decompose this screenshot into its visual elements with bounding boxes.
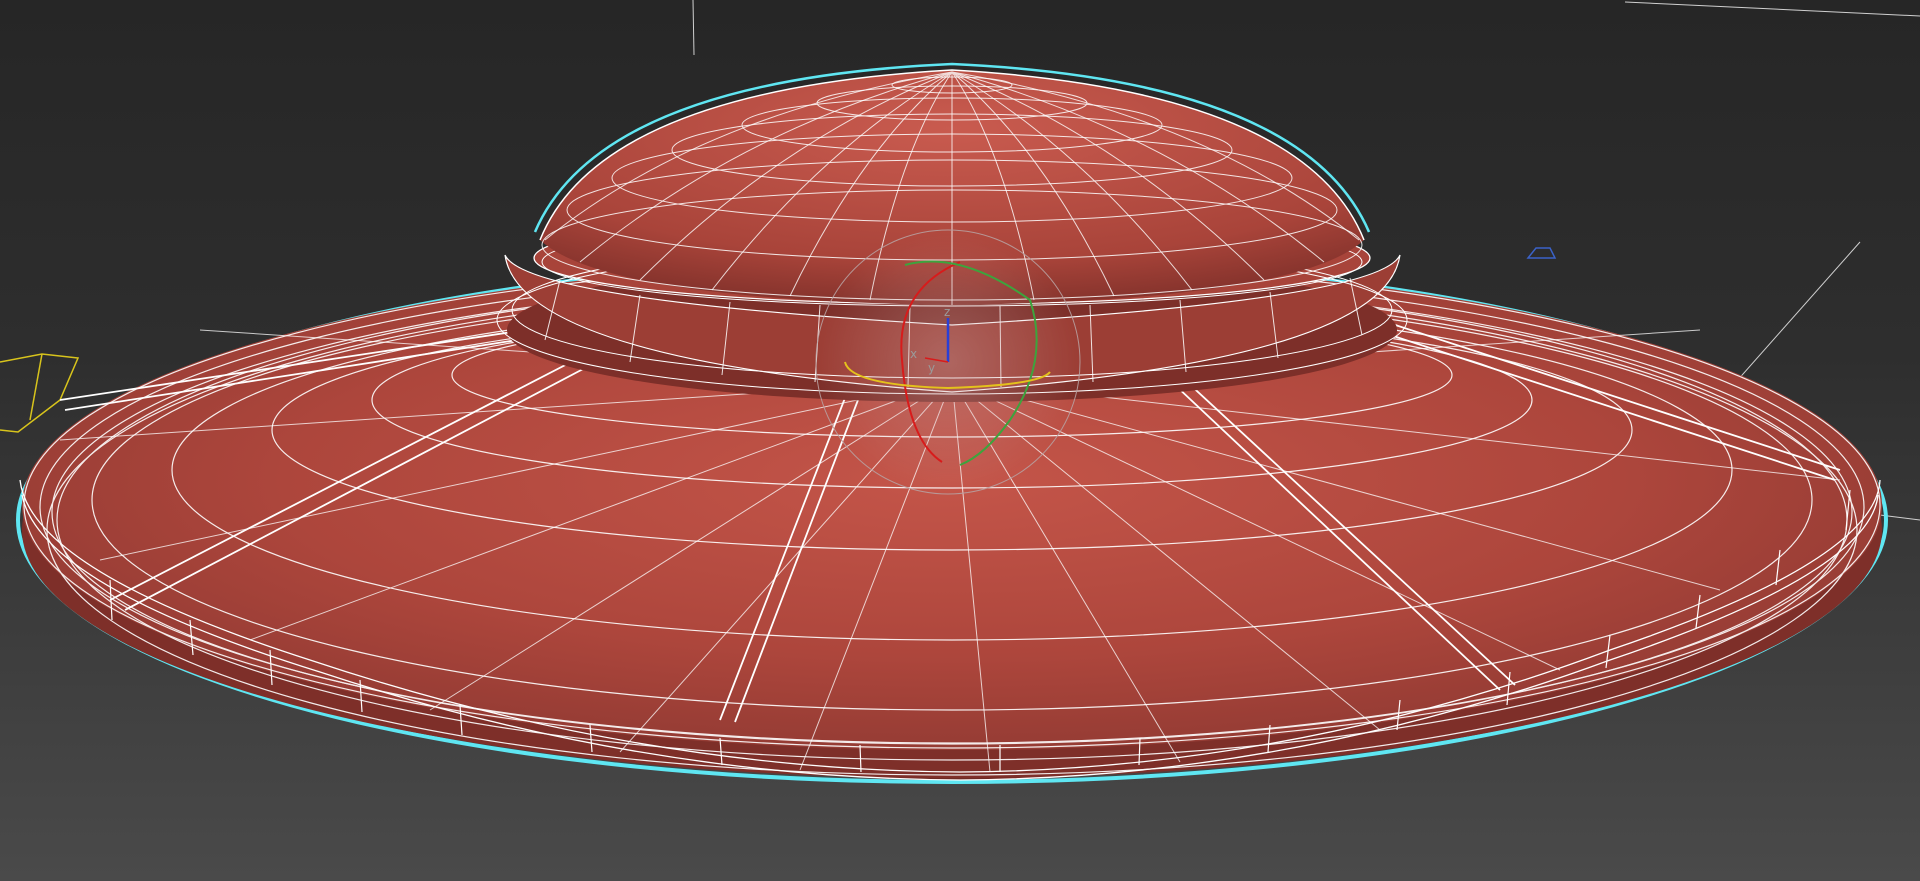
transform-gizmo[interactable]: x y z [815, 229, 1081, 495]
blue-helper-object[interactable] [1526, 247, 1557, 259]
gizmo-label-x: x [910, 347, 917, 361]
3d-viewport[interactable]: x y z [0, 0, 1920, 881]
gizmo-label-z: z [944, 305, 950, 319]
gizmo-label-y: y [928, 361, 935, 375]
yellow-helper-object[interactable] [0, 353, 80, 433]
